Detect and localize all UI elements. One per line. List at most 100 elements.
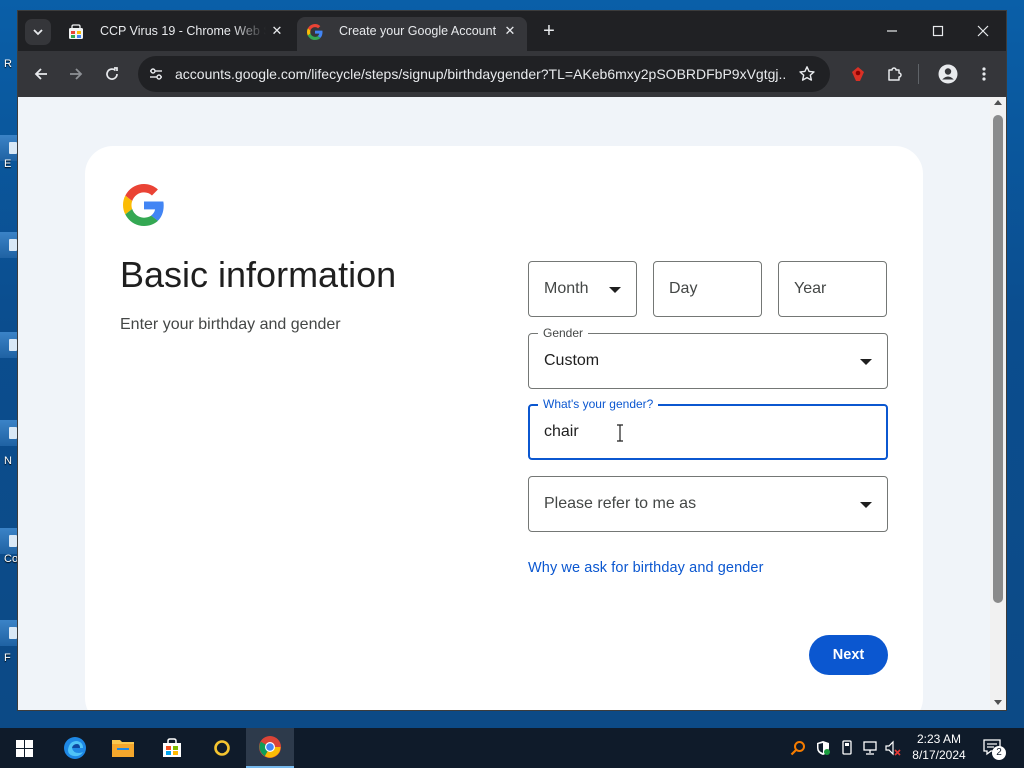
web-store-favicon-icon	[69, 24, 83, 39]
tray-safely-remove-button[interactable]	[838, 739, 856, 757]
browser-window: CCP Virus 19 - Chrome Web Store ✕ Create…	[17, 10, 1007, 711]
desktop-edge-text: F	[4, 652, 11, 664]
page-viewport: Basic information Enter your birthday an…	[18, 97, 1006, 710]
tray-clock[interactable]: 2:23 AM 8/17/2024	[908, 731, 970, 763]
network-icon	[863, 741, 877, 755]
day-placeholder: Day	[669, 280, 698, 297]
close-tab-icon[interactable]: ✕	[501, 22, 519, 40]
extensions-button[interactable]	[881, 60, 909, 88]
close-tab-icon[interactable]: ✕	[268, 22, 286, 40]
notification-count-badge: 2	[992, 746, 1006, 760]
arrow-right-icon	[70, 68, 83, 80]
tune-icon	[150, 68, 162, 80]
minimize-button[interactable]	[870, 17, 914, 45]
clock-date: 8/17/2024	[912, 748, 966, 762]
windows-logo-icon	[15, 739, 33, 757]
desktop-icon[interactable]	[0, 620, 18, 646]
tray-search-button[interactable]	[789, 739, 807, 757]
month-placeholder: Month	[544, 280, 589, 297]
page-scrollbar[interactable]	[990, 97, 1006, 710]
taskbar-edge-button[interactable]	[51, 728, 99, 768]
taskbar-chrome-button[interactable]	[246, 728, 294, 768]
back-button[interactable]	[27, 60, 55, 88]
clock-time: 2:23 AM	[916, 732, 962, 746]
taskbar: 2:23 AM 8/17/2024 2	[0, 728, 1024, 768]
chevron-down-icon	[33, 29, 43, 36]
custom-gender-value: chair	[544, 423, 579, 440]
desktop-edge-text: N	[4, 455, 12, 467]
text-cursor-icon	[617, 424, 623, 442]
bookmark-button[interactable]	[795, 62, 819, 86]
tab-title: CCP Virus 19 - Chrome Web Store	[100, 24, 266, 38]
tab-chrome-web-store[interactable]: CCP Virus 19 - Chrome Web Store ✕	[58, 17, 294, 51]
tab-search-button[interactable]	[25, 19, 51, 45]
profile-button[interactable]	[934, 60, 962, 88]
taskbar-file-explorer-button[interactable]	[99, 728, 147, 768]
tray-security-button[interactable]	[814, 739, 832, 757]
gender-select[interactable]: Gender Custom	[528, 326, 888, 389]
new-tab-plus-icon[interactable]: +	[538, 21, 560, 43]
google-favicon-icon	[307, 24, 323, 40]
desktop-edge-text: E	[4, 158, 12, 170]
tab-create-google-account[interactable]: Create your Google Account ✕	[297, 17, 527, 51]
birth-year-input[interactable]: Year	[778, 261, 887, 317]
desktop-icon[interactable]	[0, 332, 18, 358]
scroll-up-arrow-icon[interactable]	[994, 100, 1002, 105]
dropdown-arrow-icon	[609, 287, 621, 293]
chrome-icon	[259, 736, 281, 758]
taskbar-store-button[interactable]	[148, 728, 196, 768]
page-title: Basic information	[120, 254, 397, 295]
maximize-button[interactable]	[916, 17, 960, 45]
dropdown-arrow-icon	[860, 502, 872, 508]
close-icon	[977, 25, 989, 37]
shield-icon	[817, 741, 830, 755]
extension-red-icon	[852, 67, 864, 81]
desktop-edge-text: Co	[4, 553, 19, 565]
desktop-icon[interactable]	[0, 420, 18, 446]
desktop-edge-text: R	[4, 58, 12, 70]
puzzle-icon	[888, 67, 902, 81]
search-icon	[790, 741, 805, 756]
usb-drive-icon	[842, 740, 852, 755]
page-subtitle: Enter your birthday and gender	[120, 316, 341, 333]
action-center-button[interactable]: 2	[982, 738, 1006, 760]
reload-icon	[106, 67, 118, 80]
browser-toolbar: accounts.google.com/lifecycle/steps/sign…	[18, 51, 1006, 97]
next-button[interactable]: Next	[809, 635, 888, 675]
year-placeholder: Year	[794, 280, 827, 297]
why-birthday-gender-link[interactable]: Why we ask for birthday and gender	[528, 560, 764, 576]
site-info-button[interactable]	[144, 62, 168, 86]
volume-muted-icon	[885, 740, 901, 756]
tab-title: Create your Google Account	[339, 24, 497, 38]
start-button[interactable]	[0, 728, 48, 768]
file-explorer-icon	[112, 740, 134, 757]
reload-button[interactable]	[98, 60, 126, 88]
edge-icon	[64, 737, 86, 759]
toolbar-divider	[918, 64, 919, 84]
dropdown-arrow-icon	[860, 359, 872, 365]
forward-button[interactable]	[62, 60, 90, 88]
scroll-thumb[interactable]	[993, 115, 1003, 603]
desktop-icon[interactable]	[0, 528, 18, 554]
tab-strip: CCP Virus 19 - Chrome Web Store ✕ Create…	[18, 11, 1006, 51]
arrow-left-icon	[34, 68, 47, 80]
maximize-icon	[932, 25, 944, 37]
close-window-button[interactable]	[961, 17, 1005, 45]
tray-volume-button[interactable]	[884, 739, 902, 757]
taskbar-cortana-button[interactable]	[198, 728, 246, 768]
browser-menu-button[interactable]	[970, 60, 998, 88]
scroll-down-arrow-icon[interactable]	[994, 700, 1002, 705]
desktop-icon[interactable]	[0, 232, 18, 258]
star-icon	[799, 66, 815, 81]
pronoun-select[interactable]: Please refer to me as	[528, 476, 888, 532]
more-vert-icon	[982, 67, 986, 81]
birth-day-input[interactable]: Day	[653, 261, 762, 317]
url-text[interactable]: accounts.google.com/lifecycle/steps/sign…	[175, 56, 787, 92]
custom-gender-input[interactable]: What's your gender? chair	[528, 397, 888, 460]
signup-card: Basic information Enter your birthday an…	[85, 146, 923, 710]
store-icon	[163, 738, 181, 757]
tray-network-button[interactable]	[861, 739, 879, 757]
address-bar[interactable]: accounts.google.com/lifecycle/steps/sign…	[138, 56, 830, 92]
extension-button[interactable]	[844, 60, 872, 88]
birth-month-select[interactable]: Month	[528, 261, 637, 317]
